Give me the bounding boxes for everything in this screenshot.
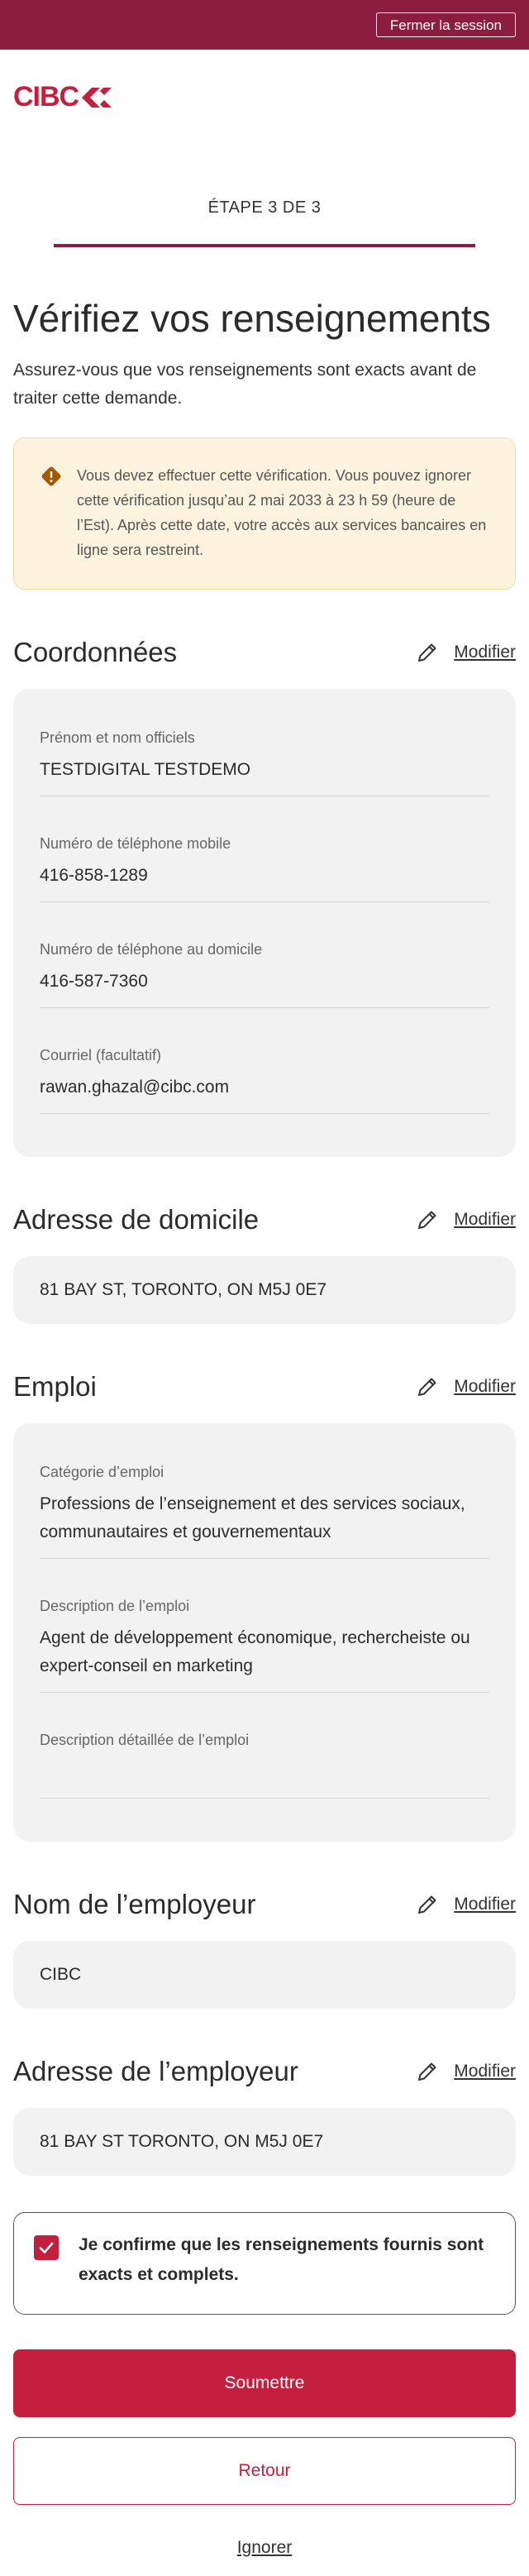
submit-button[interactable]: Soumettre — [13, 2349, 516, 2417]
field-label: Prénom et nom officiels — [40, 729, 195, 746]
employment-section-title: Emploi — [13, 1371, 97, 1402]
step-indicator: ÉTAPE 3 DE 3 — [207, 198, 322, 217]
confirm-label: Je confirme que les renseignements fourn… — [79, 2235, 484, 2284]
field-home-phone: Numéro de téléphone au domicile 416-587-… — [40, 939, 489, 1008]
modify-label: Modifier — [454, 1895, 516, 1914]
field-value: 416-587-7360 — [40, 972, 148, 991]
modify-label: Modifier — [454, 1210, 516, 1229]
modify-employer-name-link[interactable]: Modifier — [416, 1893, 516, 1916]
verification-alert: Vous devez effectuer cette vérification.… — [13, 437, 516, 590]
field-email: Courriel (facultatif) rawan.ghazal@cibc.… — [40, 1044, 489, 1114]
employment-section-header: Emploi Modifier — [13, 1370, 516, 1403]
pencil-icon — [418, 1378, 436, 1396]
field-label: Courriel (facultatif) — [40, 1047, 162, 1063]
field-label: Description de l’emploi — [40, 1598, 190, 1614]
modify-label: Modifier — [454, 643, 516, 662]
employer-address-section-header: Adresse de l’employeur Modifier — [13, 2055, 516, 2088]
field-employment-category: Catégorie d’emploi Professions de l’ense… — [40, 1461, 489, 1559]
confirm-checkbox-container[interactable]: Je confirme que les renseignements fourn… — [13, 2212, 516, 2315]
page-title: Vérifiez vos renseignements — [13, 297, 491, 340]
modify-label: Modifier — [454, 1377, 516, 1396]
field-label: Catégorie d’emploi — [40, 1464, 164, 1480]
employer-name-card: CIBC — [13, 1941, 516, 2009]
home-address-section-header: Adresse de domicile Modifier — [13, 1203, 516, 1236]
back-button[interactable]: Retour — [13, 2437, 516, 2505]
logout-button[interactable]: Fermer la session — [375, 12, 516, 37]
modify-contact-link[interactable]: Modifier — [416, 641, 516, 664]
pencil-icon — [418, 2062, 436, 2081]
modify-home-address-link[interactable]: Modifier — [416, 1208, 516, 1231]
modify-label: Modifier — [454, 2062, 516, 2081]
cibc-chevron-icon — [82, 87, 112, 108]
field-value: Agent de développement économique, reche… — [40, 1628, 470, 1675]
field-job-description: Description de l’emploi Agent de dévelop… — [40, 1595, 489, 1693]
employer-name-section-title: Nom de l’employeur — [13, 1889, 256, 1919]
field-value: TESTDIGITAL TESTDEMO — [40, 760, 251, 779]
modify-employer-address-link[interactable]: Modifier — [416, 2060, 516, 2083]
logo-row: CIBC — [0, 50, 529, 141]
contact-section-header: Coordonnées Modifier — [13, 636, 516, 669]
checkmark-icon — [39, 2242, 54, 2253]
field-legal-name: Prénom et nom officiels TESTDIGITAL TEST… — [40, 727, 489, 796]
pencil-icon — [418, 1211, 436, 1229]
employer-address-card: 81 BAY ST TORONTO, ON M5J 0E7 — [13, 2108, 516, 2176]
field-value: rawan.ghazal@cibc.com — [40, 1078, 230, 1097]
home-address-card: 81 BAY ST, TORONTO, ON M5J 0E7 — [13, 1256, 516, 1324]
confirm-checkbox[interactable] — [34, 2235, 59, 2260]
field-label: Numéro de téléphone au domicile — [40, 941, 263, 958]
step-progress-bar — [54, 244, 475, 247]
contact-card: Prénom et nom officiels TESTDIGITAL TEST… — [13, 689, 516, 1157]
logo-text: CIBC — [13, 81, 79, 112]
field-value: Professions de l’enseignement et des ser… — [40, 1494, 465, 1541]
field-mobile-phone: Numéro de téléphone mobile 416-858-1289 — [40, 833, 489, 902]
top-bar: Fermer la session — [0, 0, 529, 50]
home-address-section-title: Adresse de domicile — [13, 1204, 260, 1235]
ignore-link[interactable]: Ignorer — [0, 2538, 529, 2558]
field-detailed-job-description: Description détaillée de l’emploi — [40, 1729, 489, 1799]
contact-section-title: Coordonnées — [13, 637, 178, 667]
employer-address-section-title: Adresse de l’employeur — [13, 2056, 298, 2086]
warning-icon — [41, 466, 61, 486]
cibc-logo[interactable]: CIBC — [13, 81, 115, 113]
pencil-icon — [418, 1895, 436, 1914]
pencil-icon — [418, 643, 436, 662]
field-value: 416-858-1289 — [40, 866, 148, 885]
alert-text: Vous devez effectuer cette vérification.… — [77, 467, 487, 558]
modify-employment-link[interactable]: Modifier — [416, 1375, 516, 1398]
employment-card: Catégorie d’emploi Professions de l’ense… — [13, 1423, 516, 1842]
employer-name-section-header: Nom de l’employeur Modifier — [13, 1888, 516, 1921]
field-label: Description détaillée de l’emploi — [40, 1732, 250, 1748]
page-intro: Assurez-vous que vos renseignements sont… — [13, 361, 477, 408]
field-label: Numéro de téléphone mobile — [40, 835, 231, 852]
